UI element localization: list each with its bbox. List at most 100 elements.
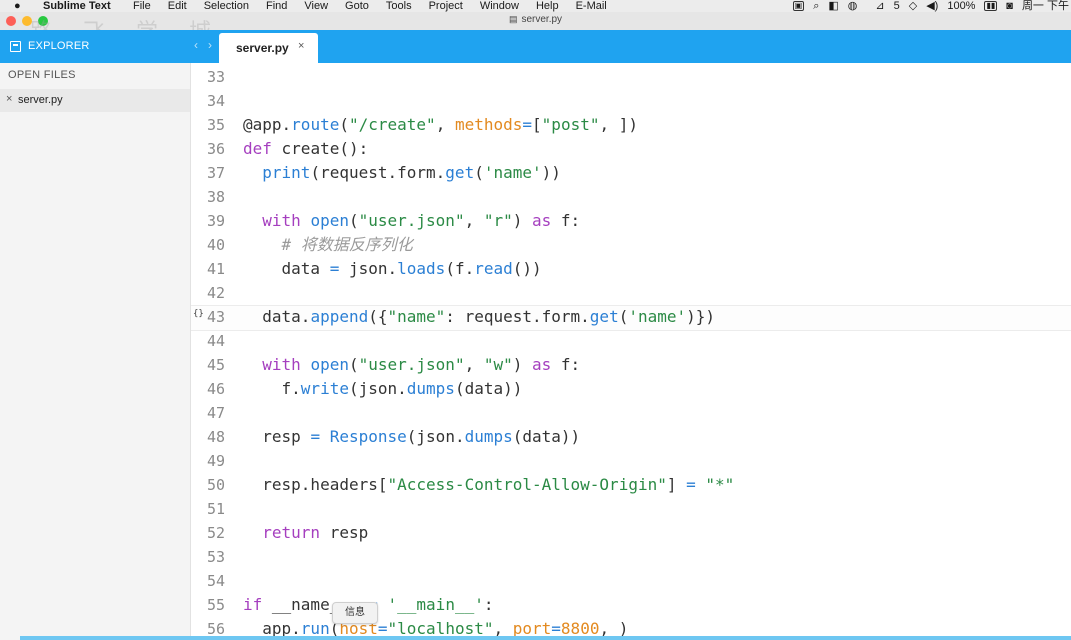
input-indicator-label: 5 [893, 0, 900, 12]
window-title: ▤ server.py [0, 14, 1071, 25]
line-number: 42 [206, 284, 225, 302]
line-number: 49 [206, 452, 225, 470]
code-line[interactable]: 38 [191, 185, 1071, 209]
explorer-icon [10, 41, 21, 52]
code-editor[interactable]: {} 33 34 35 @app.route("/create", methods=[… [191, 63, 1071, 640]
code-line[interactable]: 43 data.append({"name": request.form.get… [191, 305, 1071, 329]
line-code: resp.headers["Access-Control-Allow-Origi… [243, 475, 735, 494]
code-line[interactable]: 53 [191, 545, 1071, 569]
menu-window[interactable]: Window [480, 0, 519, 12]
line-code: @app.route("/create", methods=["post", ]… [243, 115, 638, 134]
explorer-label: EXPLORER [28, 40, 90, 52]
close-file-icon[interactable]: × [6, 93, 12, 105]
code-line[interactable]: 49 [191, 449, 1071, 473]
line-number: 35 [206, 116, 225, 134]
line-number: 40 [206, 236, 225, 254]
wechat-icon[interactable]: ◍ [848, 0, 858, 12]
code-line[interactable]: 33 [191, 65, 1071, 89]
code-line[interactable]: 35 @app.route("/create", methods=["post",… [191, 113, 1071, 137]
window-title-label: server.py [521, 14, 563, 25]
code-line[interactable]: 50 resp.headers["Access-Control-Allow-Or… [191, 473, 1071, 497]
line-code: f.write(json.dumps(data)) [243, 379, 523, 398]
info-tooltip: 信息 [332, 602, 378, 624]
tab-close-icon[interactable]: × [298, 40, 304, 52]
menu-file[interactable]: File [133, 0, 151, 12]
code-line[interactable]: 42 [191, 281, 1071, 305]
menu-help[interactable]: Help [536, 0, 559, 12]
explorer-header: EXPLORER ‹ › [0, 30, 219, 63]
screen-record-icon[interactable]: ▣ [792, 1, 805, 11]
code-line[interactable]: 44 [191, 329, 1071, 353]
code-line[interactable]: 34 [191, 89, 1071, 113]
line-number: 55 [206, 596, 225, 614]
tab-label: server.py [236, 41, 289, 55]
tab-server-py[interactable]: server.py × [219, 33, 318, 63]
app-icon[interactable]: ◧ [828, 0, 838, 12]
menu-app-name[interactable]: Sublime Text [43, 0, 111, 12]
battery-icon: ▮▮ [984, 1, 998, 11]
line-code: print(request.form.get('name')) [262, 163, 561, 182]
code-line[interactable]: 48 resp = Response(json.dumps(data)) [191, 425, 1071, 449]
line-code: # 将数据反序列化 [243, 235, 413, 254]
menu-goto[interactable]: Goto [345, 0, 369, 12]
line-number: 53 [206, 548, 225, 566]
nav-forward-button[interactable]: › [208, 38, 212, 52]
battery-label[interactable]: 100% [947, 0, 975, 12]
input-indicator-icon: ⊿ [875, 0, 885, 12]
wifi-icon[interactable]: ◇ [909, 0, 917, 12]
window-title-bar: ▤ server.py [0, 12, 1071, 31]
line-code: with open("user.json", "r") as f: [262, 211, 581, 230]
line-number: 36 [206, 140, 225, 158]
line-number: 46 [206, 380, 225, 398]
line-code: resp = Response(json.dumps(data)) [243, 427, 581, 446]
clock[interactable]: 周一 下午 [1022, 0, 1069, 12]
line-number: 54 [206, 572, 225, 590]
line-number: 39 [206, 212, 225, 230]
bottom-strip [20, 636, 1071, 640]
menu-bar: ● Sublime Text File Edit Selection Find … [0, 0, 1071, 12]
menu-tools[interactable]: Tools [386, 0, 412, 12]
header-bar: EXPLORER ‹ › server.py × [0, 30, 1071, 63]
menu-edit[interactable]: Edit [168, 0, 187, 12]
apple-icon[interactable]: ● [14, 0, 21, 12]
nav-back-button[interactable]: ‹ [194, 38, 198, 52]
menu-selection[interactable]: Selection [204, 0, 249, 12]
code-line[interactable]: 45 with open("user.json", "w") as f: [191, 353, 1071, 377]
line-number: 33 [206, 68, 225, 86]
code-line[interactable]: 39 with open("user.json", "r") as f: [191, 209, 1071, 233]
menu-view[interactable]: View [304, 0, 328, 12]
line-code: def create(): [243, 139, 369, 158]
code-line[interactable]: 47 [191, 401, 1071, 425]
code-line[interactable]: 41 data = json.loads(f.read()) [191, 257, 1071, 281]
line-code: data = json.loads(f.read()) [243, 259, 542, 278]
menu-project[interactable]: Project [429, 0, 463, 12]
line-number: 41 [206, 260, 225, 278]
open-file-item[interactable]: × server.py [0, 89, 190, 112]
menu-email[interactable]: E-Mail [576, 0, 607, 12]
line-number: 37 [206, 164, 225, 182]
volume-icon[interactable]: ◀) [926, 0, 938, 12]
line-number: 45 [206, 356, 225, 374]
input-indicator[interactable]: ⊿ 5 [866, 0, 899, 12]
menu-find[interactable]: Find [266, 0, 287, 12]
code-line[interactable]: 37 print(request.form.get('name')) [191, 161, 1071, 185]
code-line[interactable]: 54 [191, 569, 1071, 593]
code-line[interactable]: 55if __name__ == '__main__': [191, 593, 1071, 617]
line-code: return resp [262, 523, 369, 542]
code-line[interactable]: 52 return resp [191, 521, 1071, 545]
sidebar: OPEN FILES × server.py [0, 63, 191, 640]
user-icon[interactable]: ◙ [1006, 0, 1013, 12]
line-number: 52 [206, 524, 225, 542]
code-line[interactable]: 51 [191, 497, 1071, 521]
open-file-label: server.py [18, 94, 63, 106]
line-number: 51 [206, 500, 225, 518]
code-line[interactable]: 36 def create(): [191, 137, 1071, 161]
line-number: 38 [206, 188, 225, 206]
status-area: ▣ ⌕ ◧ ◍ ⊿ 5 ◇ ◀) 100% ▮▮ ◙ 周一 下午 [784, 0, 1071, 12]
line-number: 47 [206, 404, 225, 422]
search-app-icon[interactable]: ⌕ [813, 0, 819, 12]
code-line[interactable]: 46 f.write(json.dumps(data)) [191, 377, 1071, 401]
code-line[interactable]: 40 # 将数据反序列化 [191, 233, 1071, 257]
open-files-heading: OPEN FILES [8, 69, 76, 81]
line-number: 50 [206, 476, 225, 494]
